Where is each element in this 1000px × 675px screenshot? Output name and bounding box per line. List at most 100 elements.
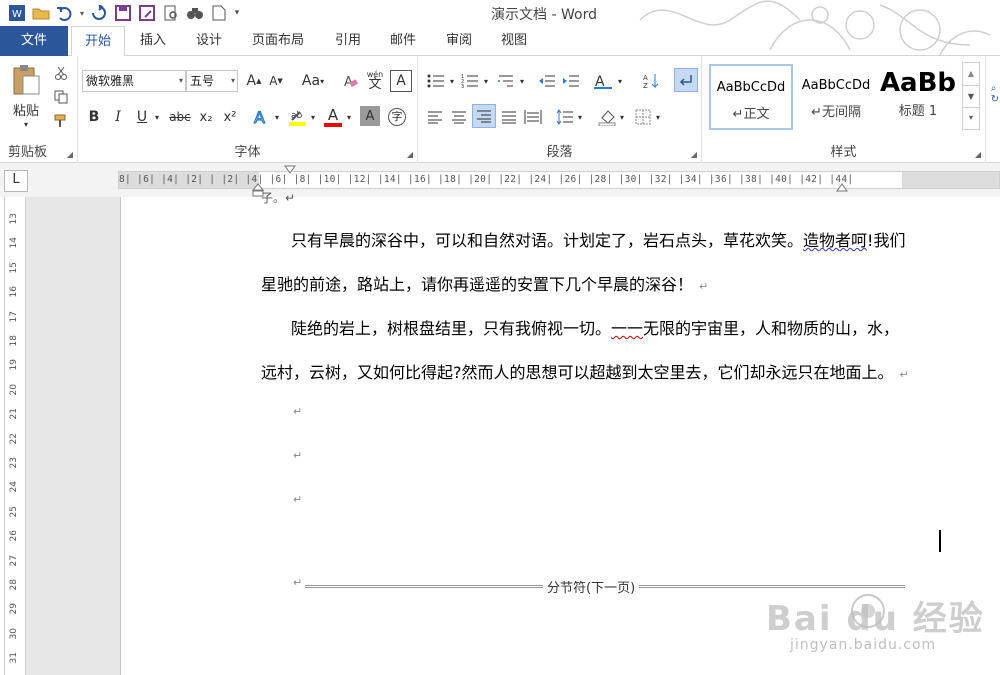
borders-icon[interactable] <box>632 106 654 128</box>
vertical-ruler-number: 24 <box>9 481 19 493</box>
paste-icon[interactable] <box>8 64 44 96</box>
character-shading-button[interactable]: A <box>360 106 380 126</box>
watermark-url: jingyan.baidu.com <box>790 637 937 653</box>
tab-page-layout[interactable]: 页面布局 <box>242 26 314 56</box>
vertical-ruler-number: 21 <box>9 408 19 420</box>
tab-view[interactable]: 视图 <box>492 26 536 56</box>
ruler-ticks: 8| |6| |4| |2| | |2| |4| |6| |8| |10| |1… <box>119 174 854 185</box>
multilevel-dropdown-icon[interactable]: ▾ <box>518 70 526 92</box>
strikethrough-button[interactable]: abc <box>168 106 192 128</box>
shading-dropdown-icon[interactable]: ▾ <box>618 106 626 128</box>
vertical-ruler-number: 18 <box>9 335 19 347</box>
word-window: W ▾ ▾ 演示文档 - Word 文件 开始 插入 设计 页面布局 引用 邮件… <box>0 0 1000 675</box>
grow-font-button[interactable]: A ▲ <box>244 70 264 92</box>
font-color-dropdown-icon[interactable]: ▾ <box>344 106 354 128</box>
cut-icon[interactable] <box>52 64 70 82</box>
text-effects-icon[interactable]: A <box>250 106 272 128</box>
tab-mailings[interactable]: 邮件 <box>381 26 425 56</box>
format-painter-icon[interactable] <box>52 112 70 130</box>
distributed-icon[interactable] <box>522 106 544 128</box>
first-line-indent-marker-icon[interactable] <box>284 165 296 175</box>
multilevel-list-icon[interactable] <box>494 70 518 92</box>
italic-button[interactable]: I <box>108 106 128 128</box>
text-effects-dropdown-icon[interactable]: ▾ <box>272 106 282 128</box>
enclose-characters-button[interactable]: 字 <box>386 106 408 128</box>
clipboard-launcher-icon[interactable]: ◢ <box>67 150 73 159</box>
increase-indent-icon[interactable] <box>560 70 582 92</box>
tab-review[interactable]: 审阅 <box>437 26 481 56</box>
paragraph-2-line-1[interactable]: 陡绝的岩上，树根盘结里，只有我俯视一切。一一无限的宇宙里，人和物质的山，水， <box>291 315 899 339</box>
svg-text:Z: Z <box>643 82 648 90</box>
numbering-icon[interactable]: 123 <box>458 70 482 92</box>
vertical-ruler-number: 19 <box>9 359 19 371</box>
numbering-dropdown-icon[interactable]: ▾ <box>482 70 490 92</box>
character-border-button[interactable]: A <box>390 70 412 92</box>
font-name-combobox[interactable]: 微软雅黑 ▾ <box>82 70 186 92</box>
align-right-icon[interactable] <box>472 104 496 128</box>
align-left-icon[interactable] <box>424 106 446 128</box>
tab-selector-button[interactable]: L <box>4 170 28 192</box>
line-spacing-dropdown-icon[interactable]: ▾ <box>576 106 584 128</box>
clear-formatting-icon[interactable]: A <box>340 70 360 92</box>
bullets-icon[interactable] <box>424 70 448 92</box>
tab-file[interactable]: 文件 <box>0 26 68 56</box>
scroll-down-icon[interactable]: ▼ <box>963 85 979 107</box>
justify-icon[interactable] <box>498 106 520 128</box>
chinese-layout-icon[interactable]: A <box>590 70 616 92</box>
paragraph-launcher-icon[interactable]: ◢ <box>691 150 697 159</box>
shading-icon[interactable] <box>596 106 618 128</box>
group-label-paragraph: 段落 <box>546 145 573 160</box>
tab-home[interactable]: 开始 <box>71 26 125 57</box>
ruler-row: L 8| |6| |4| |2| | |2| |4| |6| |8| |10| … <box>0 163 1000 197</box>
copy-icon[interactable] <box>52 88 70 106</box>
vertical-ruler-number: 13 <box>9 213 19 225</box>
decrease-indent-icon[interactable] <box>536 70 558 92</box>
scroll-up-icon[interactable]: ▲ <box>963 63 979 85</box>
paragraph-1-line-1[interactable]: 只有早晨的深谷中，可以和自然对语。计划定了，岩石点头，草花欢笑。造物者呵!我们 <box>291 227 905 251</box>
vertical-ruler[interactable]: 1314151617181920212223242526272829303132 <box>4 197 26 675</box>
group-label-styles: 样式 <box>830 145 857 160</box>
horizontal-ruler[interactable]: 8| |6| |4| |2| | |2| |4| |6| |8| |10| |1… <box>118 171 1000 189</box>
highlight-color-icon[interactable]: ab <box>286 106 308 128</box>
paragraph-mark: ↵ <box>293 576 303 589</box>
borders-dropdown-icon[interactable]: ▾ <box>654 106 662 128</box>
styles-more-icon[interactable]: ▾ <box>963 107 979 129</box>
styles-scrollbar[interactable]: ▲ ▼ ▾ <box>962 62 980 130</box>
tab-insert[interactable]: 插入 <box>130 26 176 56</box>
bold-button[interactable]: B <box>84 106 104 128</box>
right-indent-marker-icon[interactable] <box>836 183 848 193</box>
styles-launcher-icon[interactable]: ◢ <box>975 150 981 159</box>
font-size-combobox[interactable]: 五号 ▾ <box>186 70 238 92</box>
change-case-button[interactable]: Aa ▾ <box>296 70 330 92</box>
editing-group-partial[interactable]: ⌕ ↻ <box>990 64 1000 124</box>
paragraph-mark: ↵ <box>293 493 303 506</box>
top-fragment: 子。↵ <box>261 191 296 205</box>
paragraph-1-line-2[interactable]: 星驰的前途，路站上，请你再遥遥的安置下几个早晨的深谷！ ↵ <box>261 271 708 295</box>
highlight-dropdown-icon[interactable]: ▾ <box>308 106 318 128</box>
paragraph-2-line-2[interactable]: 远村，云树，又如何比得起?然而人的思想可以超越到太空里去，它们却永远只在地面上。… <box>261 359 909 383</box>
underline-button[interactable]: U <box>132 106 152 128</box>
show-formatting-marks-icon[interactable] <box>674 68 698 92</box>
tab-design[interactable]: 设计 <box>186 26 232 56</box>
style-heading-1[interactable]: AaBb 标题 1 <box>878 64 958 130</box>
line-spacing-icon[interactable] <box>554 106 576 128</box>
sort-icon[interactable]: AZ <box>640 70 662 92</box>
subscript-button[interactable]: x₂ <box>196 106 216 128</box>
style-no-spacing[interactable]: AaBbCcDd ↵无间隔 <box>794 64 878 130</box>
chinese-layout-dropdown-icon[interactable]: ▾ <box>616 70 624 92</box>
superscript-button[interactable]: x² <box>220 106 240 128</box>
font-launcher-icon[interactable]: ◢ <box>407 150 413 159</box>
phonetic-guide-button[interactable]: wén 文 <box>364 68 386 92</box>
underline-dropdown-icon[interactable]: ▾ <box>152 106 162 128</box>
align-center-icon[interactable] <box>448 106 470 128</box>
vertical-ruler-number: 20 <box>9 383 19 396</box>
vertical-ruler-number: 31 <box>9 652 19 664</box>
font-color-button[interactable]: A <box>322 106 344 128</box>
tab-references[interactable]: 引用 <box>326 26 370 56</box>
paste-dropdown-icon[interactable]: ▾ <box>18 118 34 130</box>
shrink-font-button[interactable]: A ▼ <box>266 70 286 92</box>
style-normal[interactable]: AaBbCcDd ↵正文 <box>709 64 793 130</box>
bullets-dropdown-icon[interactable]: ▾ <box>448 70 456 92</box>
vertical-ruler-number: 28 <box>9 579 19 591</box>
paste-button[interactable]: 粘贴 <box>6 100 46 119</box>
